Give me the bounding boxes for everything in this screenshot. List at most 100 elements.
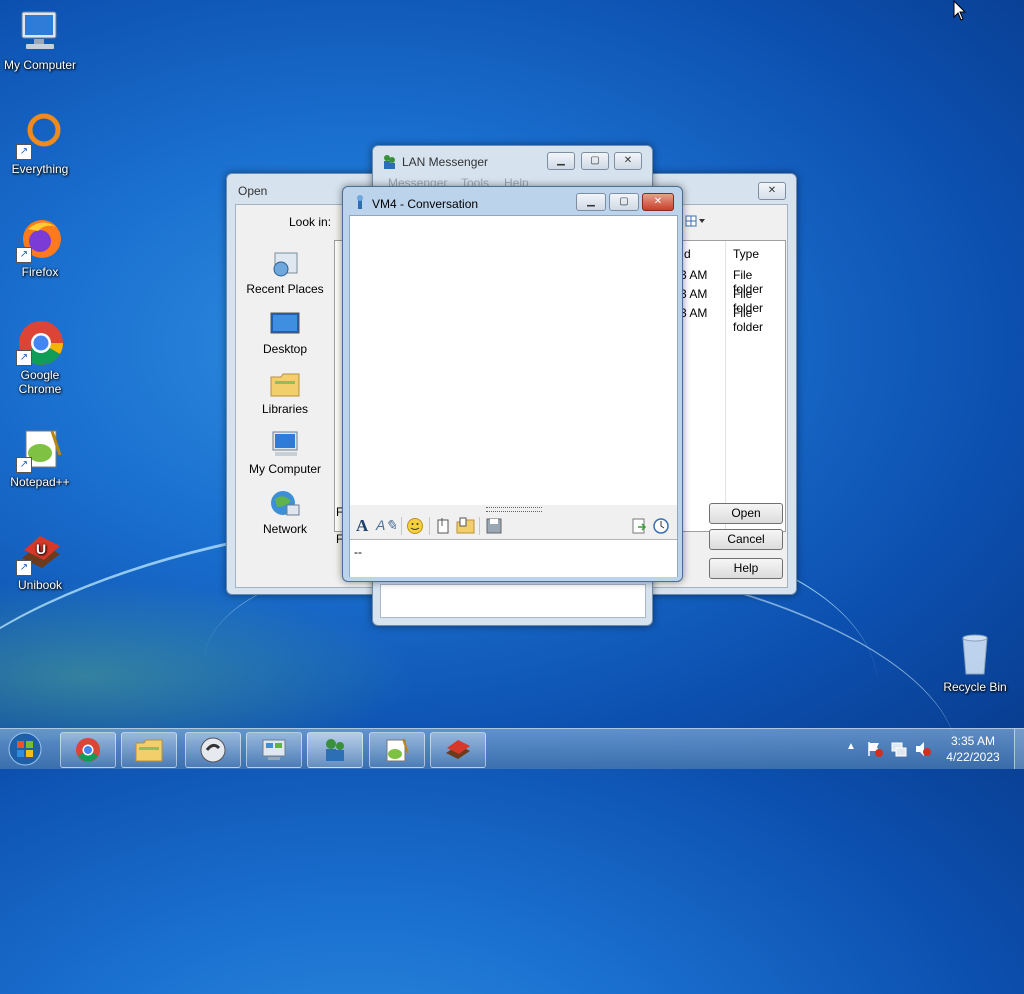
network-icon bbox=[271, 491, 300, 516]
open-dialog-title: Open bbox=[238, 184, 268, 198]
close-button[interactable]: ✕ bbox=[614, 152, 642, 170]
desktop-icon-notepadpp[interactable]: ↗ Notepad++ bbox=[0, 425, 80, 489]
help-button[interactable]: Help bbox=[709, 558, 783, 579]
shortcut-arrow-icon: ↗ bbox=[16, 350, 32, 366]
history-icon[interactable] bbox=[652, 517, 670, 535]
desktop-icon-label: Firefox bbox=[21, 265, 59, 279]
chrome-icon: ↗ bbox=[16, 318, 64, 366]
svg-text:U: U bbox=[36, 541, 46, 557]
shortcut-arrow-icon: ↗ bbox=[16, 560, 32, 576]
place-desktop[interactable]: Desktop bbox=[240, 309, 330, 356]
unibook-icon: U ↗ bbox=[16, 528, 64, 576]
place-label: Desktop bbox=[262, 342, 308, 356]
desktop-icon-everything[interactable]: ↗ Everything bbox=[0, 112, 80, 176]
row-date: 3 AM bbox=[680, 268, 708, 282]
conversation-icon bbox=[357, 195, 363, 209]
place-my-computer[interactable]: My Computer bbox=[240, 429, 330, 476]
desktop-icon-chrome[interactable]: ↗ Google Chrome bbox=[0, 318, 80, 396]
start-orb-icon bbox=[8, 732, 42, 766]
taskbar-notepadpp[interactable] bbox=[369, 732, 425, 768]
desktop-icon-recycle-bin[interactable]: Recycle Bin bbox=[935, 630, 1015, 694]
computer-icon bbox=[272, 431, 298, 456]
minimize-button[interactable]: ▁ bbox=[547, 152, 575, 170]
open-button[interactable]: Open bbox=[709, 503, 783, 524]
lan-messenger-icon bbox=[384, 155, 395, 169]
close-button[interactable]: ✕ bbox=[758, 182, 786, 200]
row-date: 3 AM bbox=[680, 287, 708, 301]
recent-places-icon bbox=[273, 252, 298, 277]
desktop-icon-label: Everything bbox=[11, 162, 69, 176]
emoticon-icon[interactable] bbox=[406, 517, 424, 535]
conversation-body: A A✎ -- bbox=[349, 215, 678, 577]
maximize-button[interactable]: ▢ bbox=[609, 193, 639, 211]
cancel-button[interactable]: Cancel bbox=[709, 529, 783, 550]
send-file-icon[interactable] bbox=[434, 517, 452, 535]
column-header-date[interactable]: d bbox=[684, 247, 691, 261]
place-label: Recent Places bbox=[246, 282, 324, 296]
toolbar-separator bbox=[479, 517, 480, 535]
shortcut-arrow-icon: ↗ bbox=[16, 247, 32, 263]
computer-icon bbox=[16, 8, 64, 56]
taskbar-explorer[interactable] bbox=[121, 732, 177, 768]
message-history[interactable] bbox=[350, 216, 677, 505]
desktop-icon-my-computer[interactable]: My Computer bbox=[0, 8, 80, 72]
chrome-icon bbox=[76, 738, 100, 762]
contact-list-area[interactable] bbox=[380, 584, 646, 618]
save-icon[interactable] bbox=[485, 517, 503, 535]
notepadpp-icon bbox=[386, 738, 409, 762]
taskbar: ▲ 3:35 AM 4/22/2023 bbox=[0, 728, 1024, 769]
unibook-icon bbox=[446, 740, 470, 759]
place-network[interactable]: Network bbox=[240, 489, 330, 536]
desktop-icon-firefox[interactable]: ↗ Firefox bbox=[0, 215, 80, 279]
font-icon[interactable]: A bbox=[356, 516, 368, 536]
notepadpp-icon: ↗ bbox=[16, 425, 64, 473]
explorer-icon bbox=[135, 739, 163, 762]
send-folder-icon[interactable] bbox=[456, 517, 476, 535]
column-divider bbox=[725, 241, 726, 531]
toolbar-separator bbox=[429, 517, 430, 535]
look-in-label: Look in: bbox=[289, 215, 332, 229]
lan-messenger-icon bbox=[326, 739, 344, 761]
firefox-icon: ↗ bbox=[16, 215, 64, 263]
everything-icon: ↗ bbox=[16, 112, 64, 160]
start-button[interactable] bbox=[6, 731, 44, 767]
show-hidden-icons-button[interactable]: ▲ bbox=[846, 741, 856, 752]
minimize-button[interactable]: ▁ bbox=[576, 193, 606, 211]
splitter-handle[interactable] bbox=[486, 507, 542, 512]
conversation-window[interactable]: VM4 - Conversation ▁ ▢ ✕ A A✎ -- bbox=[342, 186, 683, 582]
place-label: My Computer bbox=[248, 462, 322, 476]
libraries-icon bbox=[270, 373, 300, 397]
message-input-text: -- bbox=[354, 545, 362, 559]
app-icon bbox=[200, 737, 226, 763]
taskbar-chrome[interactable] bbox=[60, 732, 116, 768]
desktop-icon-label: Recycle Bin bbox=[943, 680, 1007, 694]
volume-muted-icon[interactable] bbox=[914, 740, 932, 758]
taskbar-unibook[interactable] bbox=[430, 732, 486, 768]
desktop-icon bbox=[270, 312, 300, 334]
place-label: Libraries bbox=[261, 402, 309, 416]
desktop-icon-unibook[interactable]: U ↗ Unibook bbox=[0, 528, 80, 592]
taskbar-control-panel[interactable] bbox=[246, 732, 302, 768]
place-recent-places[interactable]: Recent Places bbox=[240, 249, 330, 296]
shortcut-arrow-icon: ↗ bbox=[16, 457, 32, 473]
mouse-cursor-icon bbox=[953, 0, 967, 21]
lan-messenger-title: LAN Messenger bbox=[402, 155, 489, 169]
show-desktop-button[interactable] bbox=[1014, 729, 1024, 769]
message-input[interactable]: -- bbox=[350, 539, 677, 577]
view-menu-button[interactable] bbox=[685, 213, 707, 229]
font-style-icon[interactable]: A✎ bbox=[376, 517, 397, 534]
close-button[interactable]: ✕ bbox=[642, 193, 674, 211]
action-center-icon[interactable] bbox=[866, 740, 884, 758]
transfers-icon[interactable] bbox=[630, 517, 648, 535]
desktop-icon-label: Notepad++ bbox=[10, 475, 70, 489]
taskbar-app[interactable] bbox=[185, 732, 241, 768]
clock-time: 3:35 AM bbox=[950, 734, 996, 748]
clock[interactable]: 3:35 AM 4/22/2023 bbox=[940, 734, 1006, 764]
taskbar-lan-messenger[interactable] bbox=[307, 732, 363, 768]
maximize-button[interactable]: ▢ bbox=[581, 152, 609, 170]
network-status-icon[interactable] bbox=[890, 740, 908, 758]
recycle-bin-icon bbox=[951, 630, 999, 678]
toolbar-separator bbox=[401, 517, 402, 535]
column-header-type[interactable]: Type bbox=[733, 247, 759, 261]
place-libraries[interactable]: Libraries bbox=[240, 369, 330, 416]
